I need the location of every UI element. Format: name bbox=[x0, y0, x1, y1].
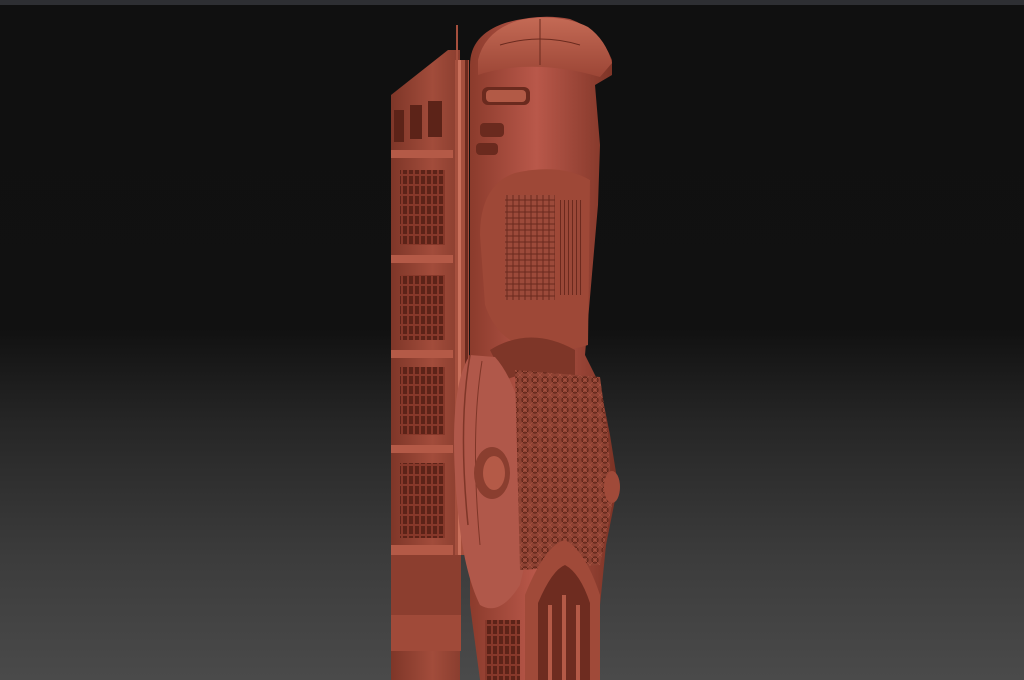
3d-viewport-canvas[interactable] bbox=[0, 5, 1024, 680]
ornamental-panel bbox=[515, 370, 620, 570]
left-facade bbox=[391, 50, 461, 680]
sculpt-model-render bbox=[391, 16, 620, 680]
